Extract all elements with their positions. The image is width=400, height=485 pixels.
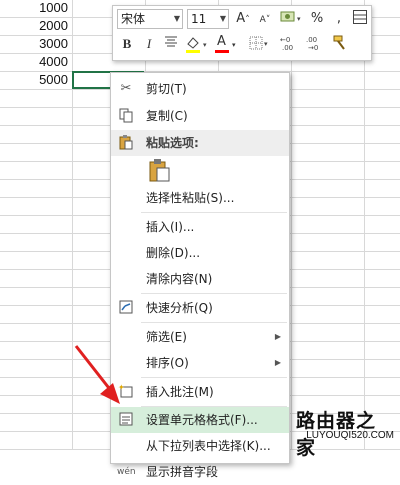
chevron-down-icon: ▾	[232, 41, 236, 49]
menu-separator	[141, 377, 287, 378]
increase-font-size-icon[interactable]: A˄	[233, 9, 253, 29]
brush-icon	[333, 35, 345, 50]
menu-item-sort[interactable]: 排序(O) ▶	[111, 350, 289, 376]
svg-text:▾: ▾	[203, 41, 207, 49]
font-color-icon[interactable]: A ▾	[213, 34, 241, 54]
italic-icon[interactable]: I	[139, 34, 159, 54]
table-style-icon	[353, 10, 367, 24]
phonetic-icon: wén	[117, 467, 136, 477]
submenu-arrow-icon: ▶	[274, 332, 281, 341]
font-size-combobox[interactable]: 11 ▼	[187, 9, 229, 29]
menu-item-pick-from-dropdown[interactable]: 从下拉列表中选择(K)...	[111, 433, 289, 459]
decrease-decimal-icon[interactable]: .00 →0	[303, 34, 327, 54]
watermark: 路由器之家 LUYOUQI520.COM	[296, 404, 400, 459]
cell-value[interactable]: 4000	[0, 53, 68, 71]
decrease-font-size-icon[interactable]: A˅	[255, 9, 275, 29]
bold-icon[interactable]: B	[117, 34, 137, 54]
font-color-swatch	[215, 50, 229, 53]
format-cells-icon	[117, 411, 135, 429]
paint-bucket-icon: ▾	[186, 37, 207, 53]
context-menu: ✂ 剪切(T) 复制(C) 粘贴选项: 选择性粘贴(S)... 插入(I)...…	[110, 72, 290, 479]
svg-text:.00: .00	[282, 44, 293, 52]
menu-item-insert-comment[interactable]: ✦ 插入批注(M)	[111, 379, 289, 405]
menu-separator	[141, 293, 287, 294]
cell-value[interactable]: 3000	[0, 35, 68, 53]
comma-style-icon[interactable]: ,	[329, 9, 349, 29]
menu-item-format-cells[interactable]: 设置单元格格式(F)...	[111, 407, 289, 433]
fill-color-icon[interactable]: ▾	[183, 34, 211, 54]
menu-item-filter[interactable]: 筛选(E) ▶	[111, 324, 289, 350]
cell-value[interactable]: 5000	[0, 71, 68, 89]
chevron-down-icon: ▼	[219, 14, 226, 23]
font-name-value: 宋体	[121, 12, 146, 26]
accounting-format-icon: ▾	[280, 11, 301, 23]
paste-clipboard-icon	[149, 159, 170, 182]
font-name-combobox[interactable]: 宋体 ▼	[117, 9, 183, 29]
align-center-icon	[165, 36, 177, 47]
svg-text:▾: ▾	[264, 40, 268, 48]
menu-item-quick-analysis[interactable]: 快速分析(Q)	[111, 295, 289, 321]
paste-button[interactable]	[147, 157, 173, 183]
menu-separator	[141, 212, 287, 213]
menu-item-show-phonetic[interactable]: wén 显示拼音字段	[111, 459, 289, 485]
mini-toolbar: 宋体 ▼ 11 ▼ A˄ A˅ ▾ % , B I ▾ A ▾ ▾ ←0 .00…	[112, 5, 372, 61]
chevron-down-icon: ▼	[173, 14, 180, 23]
increase-decimal-icon: ←0 .00	[280, 36, 293, 52]
submenu-arrow-icon: ▶	[274, 358, 281, 367]
menu-section-paste-options: 粘贴选项:	[111, 130, 289, 156]
watermark-url: LUYOUQI520.COM	[306, 430, 394, 441]
insert-comment-icon: ✦	[117, 383, 135, 401]
menu-item-delete[interactable]: 删除(D)...	[111, 240, 289, 266]
svg-text:.00: .00	[306, 36, 317, 44]
borders-icon: ▾	[249, 36, 268, 50]
borders-icon[interactable]: ▾	[247, 34, 271, 54]
svg-text:✦: ✦	[118, 383, 125, 392]
format-painter-table-icon[interactable]	[350, 9, 370, 29]
percent-icon[interactable]: %	[307, 9, 327, 29]
paste-icon	[117, 134, 135, 152]
decrease-decimal-icon: .00 →0	[306, 36, 318, 52]
copy-icon	[117, 107, 135, 125]
svg-text:→0: →0	[308, 44, 318, 52]
accounting-format-icon[interactable]: ▾	[277, 9, 303, 29]
font-size-value: 11	[191, 12, 207, 26]
cell-value[interactable]: 2000	[0, 17, 68, 35]
menu-separator	[141, 322, 287, 323]
quick-analysis-icon	[117, 299, 135, 317]
menu-item-paste-special[interactable]: 选择性粘贴(S)...	[111, 185, 289, 211]
cell-value[interactable]: 1000	[0, 0, 68, 17]
align-center-icon[interactable]	[161, 34, 181, 54]
menu-item-cut[interactable]: ✂ 剪切(T)	[111, 76, 289, 102]
increase-decimal-icon[interactable]: ←0 .00	[277, 34, 301, 54]
svg-text:←0: ←0	[280, 36, 290, 44]
grid-column-line	[364, 0, 365, 450]
menu-item-copy[interactable]: 复制(C)	[111, 103, 289, 129]
grid-column-line	[72, 0, 73, 450]
grid-column-line	[291, 0, 292, 450]
scissors-icon: ✂	[120, 81, 132, 96]
menu-item-clear-contents[interactable]: 清除内容(N)	[111, 266, 289, 292]
svg-text:▾: ▾	[297, 15, 301, 23]
menu-item-insert[interactable]: 插入(I)...	[111, 214, 289, 240]
format-painter-icon[interactable]	[331, 34, 351, 54]
